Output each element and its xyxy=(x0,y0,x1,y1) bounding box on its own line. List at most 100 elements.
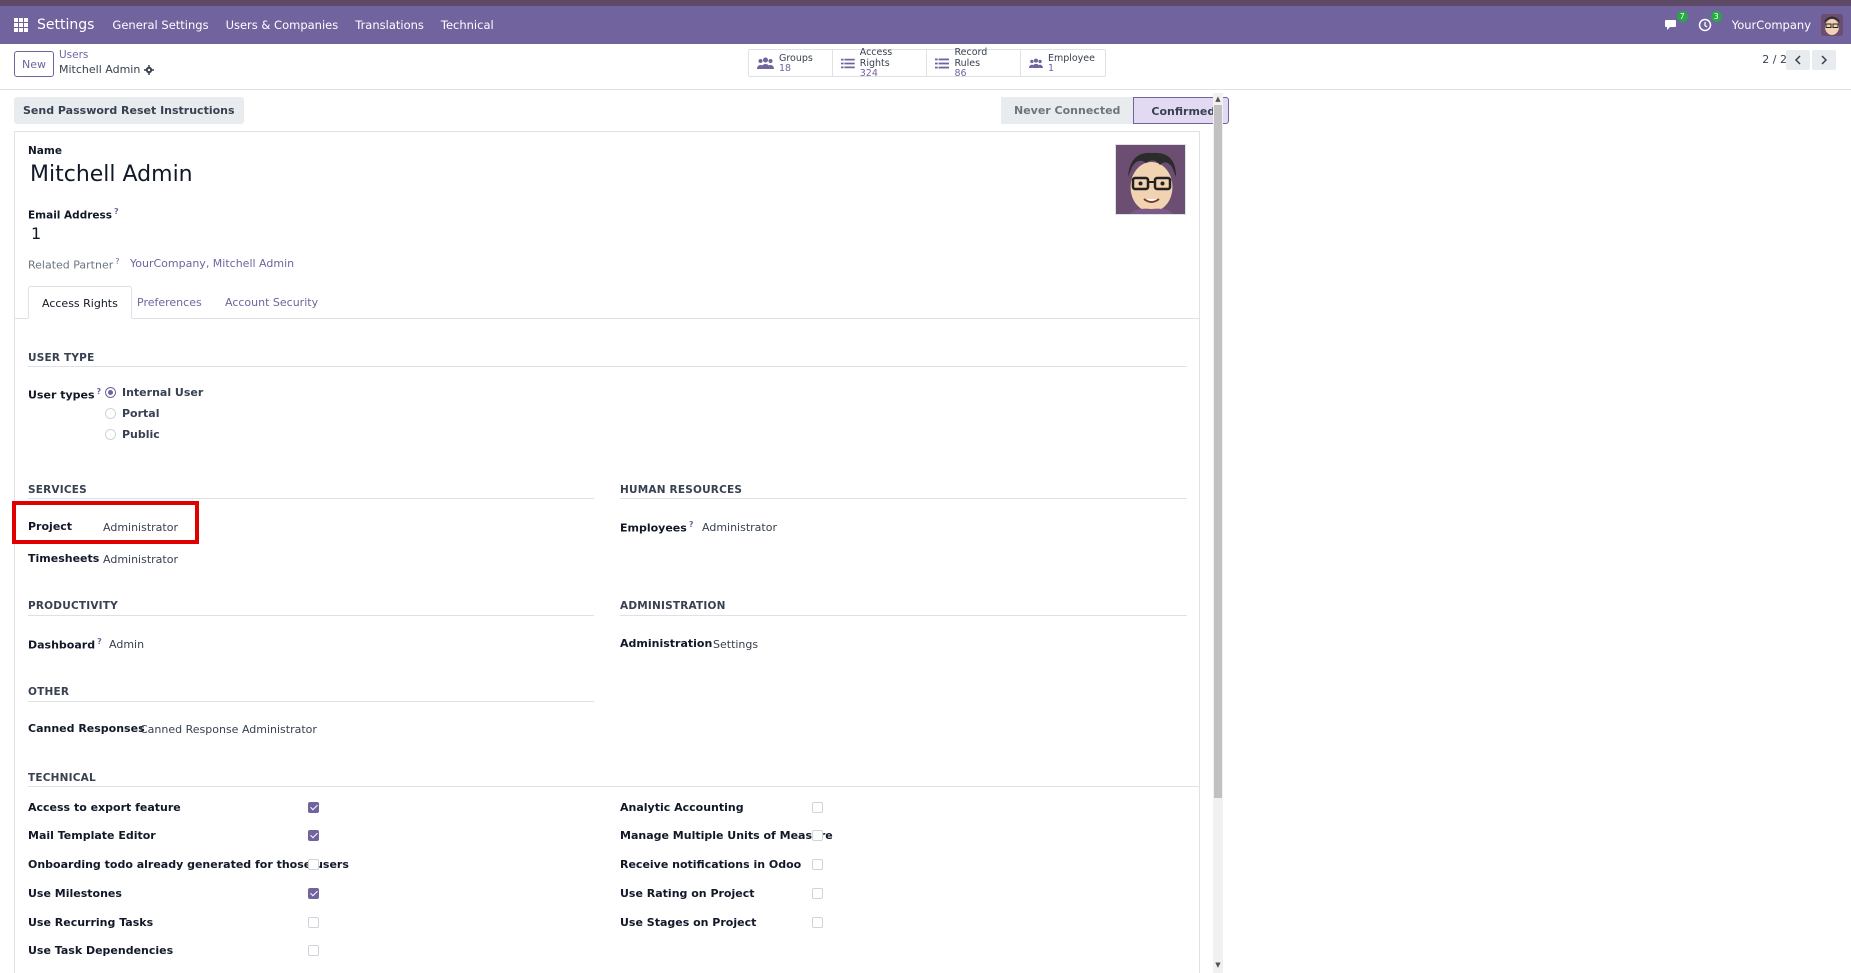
smart-value-record-rules: 86 xyxy=(954,68,967,79)
gear-icon[interactable] xyxy=(144,64,155,75)
list-icon xyxy=(841,58,855,68)
send-password-reset-button[interactable]: Send Password Reset Instructions xyxy=(14,97,244,124)
tab-preferences[interactable]: Preferences xyxy=(124,286,215,319)
tab-account-security[interactable]: Account Security xyxy=(212,286,331,319)
checkbox-notifications[interactable] xyxy=(812,859,823,870)
new-button[interactable]: New xyxy=(14,51,54,77)
smart-button-employee[interactable]: Employee 1 xyxy=(1021,50,1105,76)
dashboard-label: Dashboard? xyxy=(28,637,102,652)
smart-button-record-rules[interactable]: Record Rules 86 xyxy=(927,47,1021,79)
employees-select[interactable]: Administrator xyxy=(702,521,777,534)
checkbox-analytic[interactable] xyxy=(812,802,823,813)
dashboard-label-text: Dashboard xyxy=(28,638,96,652)
checkbox-onboarding[interactable] xyxy=(308,859,319,870)
canned-responses-label: Canned Responses xyxy=(28,722,145,735)
tech-label-notifications: Receive notifications in Odoo xyxy=(620,858,802,871)
tech-label-onboarding: Onboarding todo already generated for th… xyxy=(28,858,349,871)
section-services: SERVICES xyxy=(28,484,87,496)
related-partner-link[interactable]: YourCompany, Mitchell Admin xyxy=(130,257,294,270)
email-label-text: Email Address xyxy=(28,209,113,222)
users-icon xyxy=(757,57,774,69)
smart-value-employee: 1 xyxy=(1047,62,1054,74)
tech-label-milestones: Use Milestones xyxy=(28,887,122,900)
radio-label-portal[interactable]: Portal xyxy=(122,407,160,420)
radio-internal-user[interactable] xyxy=(105,387,116,398)
name-field[interactable]: Mitchell Admin xyxy=(30,162,193,187)
checkbox-recurring-tasks[interactable] xyxy=(308,917,319,928)
user-types-label: User types? xyxy=(28,387,101,402)
section-user-type: USER TYPE xyxy=(28,352,95,364)
menu-users-companies[interactable]: Users & Companies xyxy=(226,18,339,32)
breadcrumb-users[interactable]: Users xyxy=(59,49,88,61)
app-brand[interactable]: Settings xyxy=(37,17,94,33)
pager-value[interactable]: 2 / 2 xyxy=(1762,53,1787,66)
smart-label-access-rights: Access Rights xyxy=(859,47,893,69)
smart-button-access-rights[interactable]: Access Rights 324 xyxy=(833,47,927,79)
smart-button-groups[interactable]: Groups 18 xyxy=(749,50,833,76)
help-icon[interactable]: ? xyxy=(97,637,102,646)
checkbox-task-dependencies[interactable] xyxy=(308,945,319,956)
section-divider xyxy=(620,498,1187,499)
control-panel: New Users Mitchell Admin Groups 18 Access… xyxy=(0,44,1851,90)
smart-buttons: Groups 18 Access Rights 324 Record Rules 86… xyxy=(748,47,1106,79)
messages-icon[interactable]: 7 xyxy=(1664,11,1688,32)
tech-label-recurring-tasks: Use Recurring Tasks xyxy=(28,916,154,929)
pager-previous-button[interactable] xyxy=(1786,50,1810,70)
section-technical: TECHNICAL xyxy=(28,772,96,784)
checkbox-mail-template[interactable] xyxy=(308,830,319,841)
activity-badge: 3 xyxy=(1710,11,1722,22)
activity-clock-icon[interactable]: 3 xyxy=(1698,11,1722,32)
menu-technical[interactable]: Technical xyxy=(441,18,494,32)
scroll-down-arrow[interactable]: ▼ xyxy=(1214,961,1222,969)
section-divider xyxy=(620,615,1187,616)
related-partner-label-text: Related Partner xyxy=(28,258,114,272)
smart-value-groups: 18 xyxy=(779,62,792,74)
help-icon[interactable]: ? xyxy=(115,257,119,266)
section-productivity: PRODUCTIVITY xyxy=(28,600,118,612)
highlight-box xyxy=(12,501,199,544)
scrollbar-thumb[interactable] xyxy=(1214,105,1222,798)
checkbox-rating[interactable] xyxy=(812,888,823,899)
tech-label-export: Access to export feature xyxy=(28,801,181,814)
help-icon[interactable]: ? xyxy=(689,520,694,529)
timesheets-select[interactable]: Administrator xyxy=(103,553,178,566)
help-icon[interactable]: ? xyxy=(114,207,119,216)
tab-access-rights[interactable]: Access Rights xyxy=(28,286,132,319)
user-avatar[interactable] xyxy=(1821,14,1843,36)
email-field[interactable]: 1 xyxy=(31,224,41,243)
radio-public[interactable] xyxy=(105,429,116,440)
pager-next-button[interactable] xyxy=(1812,50,1836,70)
administration-label: Administration xyxy=(620,637,713,650)
radio-label-public[interactable]: Public xyxy=(122,428,160,441)
section-divider xyxy=(28,701,594,702)
tech-label-analytic: Analytic Accounting xyxy=(620,801,744,814)
checkbox-uom[interactable] xyxy=(812,830,823,841)
apps-grid-icon[interactable] xyxy=(14,18,28,32)
avatar-image xyxy=(1116,145,1185,214)
breadcrumb-current-label: Mitchell Admin xyxy=(59,63,141,76)
help-icon[interactable]: ? xyxy=(97,387,102,396)
radio-label-internal-user[interactable]: Internal User xyxy=(122,386,203,399)
section-divider xyxy=(28,498,594,499)
status-never-connected[interactable]: Never Connected xyxy=(1001,97,1134,124)
user-photo[interactable] xyxy=(1115,144,1186,215)
menu-translations[interactable]: Translations xyxy=(355,18,424,32)
administration-select[interactable]: Settings xyxy=(713,638,758,651)
radio-portal[interactable] xyxy=(105,408,116,419)
scroll-up-arrow[interactable]: ▲ xyxy=(1214,95,1222,103)
canned-responses-select[interactable]: Canned Response Administrator xyxy=(140,723,317,736)
menu-general-settings[interactable]: General Settings xyxy=(112,18,208,32)
section-other: OTHER xyxy=(28,686,70,698)
company-switcher[interactable]: YourCompany xyxy=(1732,18,1811,32)
dashboard-select[interactable]: Admin xyxy=(109,638,144,651)
tech-label-uom: Manage Multiple Units of Measure xyxy=(620,829,833,842)
breadcrumb-current: Mitchell Admin xyxy=(59,63,155,76)
section-human-resources: HUMAN RESOURCES xyxy=(620,484,743,496)
checkbox-stages[interactable] xyxy=(812,917,823,928)
section-divider xyxy=(28,366,1187,367)
checkbox-export[interactable] xyxy=(308,802,319,813)
checkbox-milestones[interactable] xyxy=(308,888,319,899)
section-administration: ADMINISTRATION xyxy=(620,600,726,612)
list-icon xyxy=(935,58,950,68)
tech-label-task-dependencies: Use Task Dependencies xyxy=(28,944,174,957)
